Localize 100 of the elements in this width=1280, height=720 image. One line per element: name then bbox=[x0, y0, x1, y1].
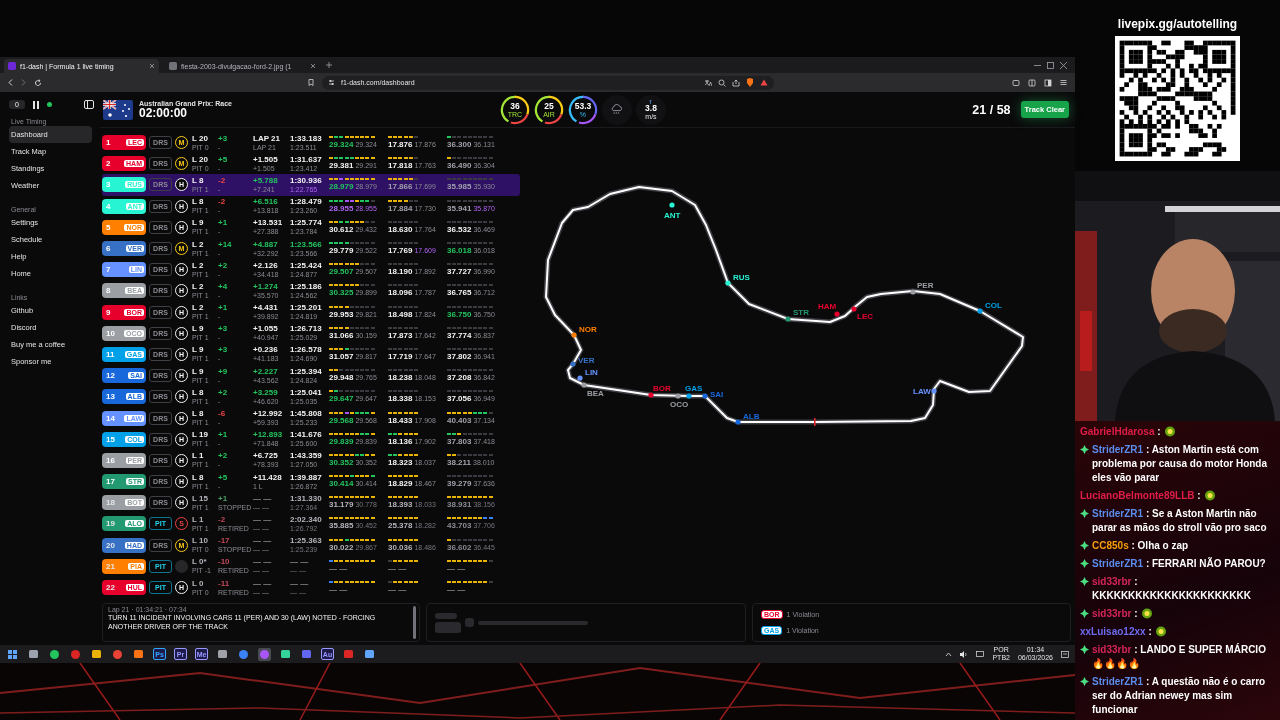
lap-time: 1:26.578 bbox=[290, 346, 323, 355]
speaker-icon[interactable] bbox=[960, 650, 969, 658]
driver-label: BEA bbox=[587, 389, 604, 398]
lap-count: L 20 bbox=[192, 134, 209, 143]
lap-count: L 1 bbox=[192, 515, 205, 524]
minimize-icon[interactable] bbox=[1034, 64, 1041, 66]
sector-time: 18.338 bbox=[388, 394, 413, 404]
app-icon[interactable] bbox=[279, 647, 292, 661]
sector-time: 17.866 bbox=[388, 182, 413, 192]
driver-label: SAI bbox=[710, 390, 724, 399]
gap-time: +6.516 bbox=[253, 198, 279, 207]
close-icon[interactable] bbox=[1060, 61, 1067, 69]
app-icon[interactable] bbox=[258, 647, 271, 661]
app-icon[interactable] bbox=[90, 647, 103, 661]
position-change: -10 bbox=[218, 558, 231, 567]
sector-time: 35.941 bbox=[447, 203, 472, 213]
position-number: 20 bbox=[106, 540, 115, 550]
new-tab-icon[interactable] bbox=[326, 62, 332, 68]
lap-time: 1:25.186 bbox=[290, 282, 323, 291]
notification-icon[interactable] bbox=[1061, 650, 1069, 658]
sector-time: 29.647 bbox=[329, 394, 354, 404]
app-icon[interactable] bbox=[27, 647, 40, 661]
sector-time: — — bbox=[388, 585, 407, 595]
lap-time: 1:25.363 bbox=[290, 537, 323, 546]
close-icon[interactable] bbox=[310, 63, 316, 69]
app-icon[interactable] bbox=[216, 647, 229, 661]
share-icon[interactable] bbox=[732, 78, 740, 87]
scrollbar[interactable] bbox=[413, 606, 416, 639]
favicon-icon bbox=[169, 62, 177, 70]
reload-icon[interactable] bbox=[34, 78, 42, 87]
lap-count: L 20 bbox=[192, 155, 209, 164]
zoom-icon[interactable] bbox=[718, 78, 726, 87]
gap-time: +4.887 bbox=[253, 240, 279, 249]
sidebar-toggle-icon[interactable] bbox=[84, 100, 94, 109]
sector-time: 36.532 bbox=[447, 224, 472, 234]
chat-message: StriderZR1 : A questão não é o carro ser do Adrian newey mas sim funcionar bbox=[1092, 675, 1267, 717]
app-icon[interactable] bbox=[363, 647, 376, 661]
position-number: 11 bbox=[106, 349, 115, 359]
lap-time: 1:33.183 bbox=[290, 134, 323, 143]
position-change: +3 bbox=[218, 346, 229, 355]
position-change: -11 bbox=[218, 579, 231, 588]
lap-count: L 9 bbox=[192, 219, 205, 228]
gap-time: +1.274 bbox=[253, 282, 279, 291]
close-icon[interactable] bbox=[149, 63, 155, 69]
gap-time: +2.227 bbox=[253, 367, 279, 376]
gap-time: +1.055 bbox=[253, 325, 279, 334]
position-change: +1 bbox=[218, 431, 229, 440]
position-number: 9 bbox=[106, 307, 111, 317]
sector-time: 18.096 bbox=[388, 288, 413, 298]
menu-icon[interactable] bbox=[1060, 80, 1067, 85]
shield-icon[interactable] bbox=[746, 78, 754, 87]
sector-time: 30.352 bbox=[329, 457, 354, 467]
driver-label: LAW bbox=[913, 387, 931, 396]
lap-time: 1:25.424 bbox=[290, 261, 323, 270]
app-icon[interactable] bbox=[300, 647, 313, 661]
lap-count: L 1 bbox=[192, 452, 205, 461]
chevron-icon[interactable] bbox=[945, 651, 953, 657]
triangle-icon[interactable] bbox=[760, 79, 768, 86]
windows-icon[interactable] bbox=[6, 647, 19, 661]
lap-count: L 10 bbox=[192, 537, 209, 546]
sector-time: 30.612 bbox=[329, 224, 354, 234]
translate-icon[interactable] bbox=[704, 78, 712, 87]
driver-label: GAS bbox=[685, 384, 703, 393]
pause-icon[interactable] bbox=[32, 100, 39, 109]
position-change: +1 bbox=[218, 219, 229, 228]
lap-count: L 0* bbox=[192, 558, 208, 567]
site-info-icon[interactable] bbox=[328, 79, 335, 86]
lap-time: 1:31.637 bbox=[290, 155, 323, 164]
chat-message: LucianoBelmonte89LLB : bbox=[1080, 489, 1201, 503]
position-number: 8 bbox=[106, 286, 111, 296]
sidebar-icon[interactable] bbox=[1044, 78, 1052, 87]
back-icon[interactable] bbox=[8, 79, 13, 86]
lap-time: 1:26.713 bbox=[290, 325, 323, 334]
sector-time: 29.568 bbox=[329, 415, 354, 425]
sector-time: 36.300 bbox=[447, 140, 472, 150]
lap-count: L 8 bbox=[192, 410, 205, 419]
position-number: 4 bbox=[106, 201, 111, 211]
sector-time: 29.507 bbox=[329, 267, 354, 277]
sector-time: 30.325 bbox=[329, 288, 354, 298]
sector-time: 17.818 bbox=[388, 161, 413, 171]
lap-counter: 21 / 58 bbox=[972, 102, 1011, 117]
app-icon[interactable] bbox=[132, 647, 145, 661]
sector-time: — — bbox=[447, 563, 466, 573]
sector-time: 28.979 bbox=[329, 182, 354, 192]
sector-time: 30.022 bbox=[329, 542, 354, 552]
lap-count: L 9 bbox=[192, 346, 205, 355]
position-change: -2 bbox=[218, 198, 227, 207]
lap-time: 1:25.774 bbox=[290, 219, 323, 228]
gap-time: — — bbox=[253, 579, 273, 588]
bookmark-icon[interactable] bbox=[308, 79, 314, 86]
lap-time: 1:43.359 bbox=[290, 452, 323, 461]
lap-count: L 15 bbox=[192, 494, 209, 503]
driver-label: RUS bbox=[733, 273, 750, 282]
sector-time: 18.238 bbox=[388, 373, 413, 383]
sector-time: 37.056 bbox=[447, 394, 472, 404]
sector-time: 31.066 bbox=[329, 330, 354, 340]
maximize-icon[interactable] bbox=[1047, 61, 1054, 69]
driver-label: ALB bbox=[743, 412, 760, 421]
monitor-icon[interactable] bbox=[976, 651, 985, 657]
sector-time: 36.490 bbox=[447, 161, 472, 171]
